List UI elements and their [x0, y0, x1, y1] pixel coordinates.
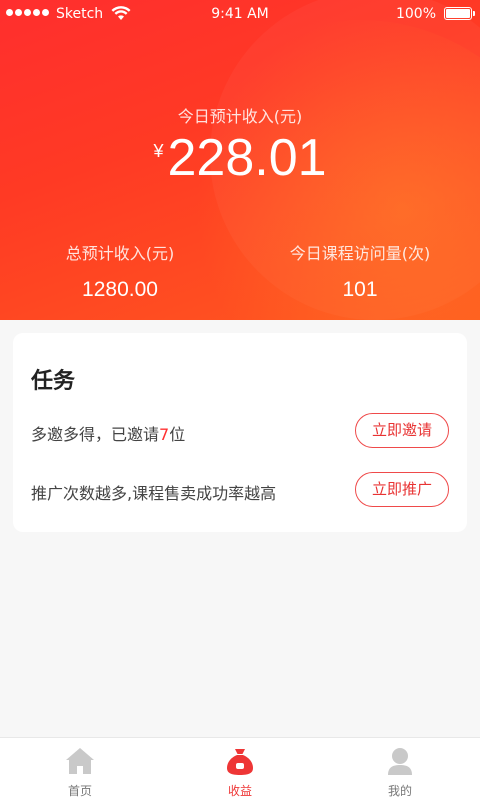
today-income-amount: ¥228.01	[0, 128, 480, 188]
currency-symbol: ¥	[153, 141, 164, 161]
invited-count: 7	[159, 425, 170, 444]
battery-tip	[473, 11, 475, 16]
tab-home[interactable]: 首页	[0, 738, 160, 800]
home-icon	[66, 748, 94, 774]
promote-task-text: 推广次数越多,课程售卖成功率越高	[31, 484, 277, 503]
earnings-header: Sketch 9:41 AM 100% 今日预计收入(元) ¥228.01 总预…	[0, 0, 480, 320]
invite-task-text: 多邀多得，已邀请7位	[31, 421, 185, 445]
user-icon	[388, 748, 412, 775]
tab-home-label: 首页	[67, 784, 92, 798]
course-visits-label: 今日课程访问量(次)	[289, 244, 431, 263]
battery-percentage: 100%	[395, 6, 436, 22]
status-bar: Sketch 9:41 AM 100%	[0, 0, 480, 30]
today-income-value: 228.01	[167, 129, 327, 187]
tasks-card: 任务 多邀多得，已邀请7位 立即邀请 推广次数越多,课程售卖成功率越高 立即推广	[13, 333, 467, 532]
tab-bar: 首页 收益 我的	[0, 737, 480, 800]
promote-now-button[interactable]: 立即推广	[355, 472, 449, 507]
invite-text-after: 位	[169, 425, 186, 444]
total-income-value: 1280.00	[82, 278, 158, 301]
tab-profile[interactable]: 我的	[320, 738, 480, 800]
tasks-title: 任务	[31, 369, 76, 394]
money-bag-icon	[227, 749, 253, 775]
promote-task-row: 推广次数越多,课程售卖成功率越高 立即推广	[31, 472, 449, 508]
invite-text-before: 多邀多得，已邀请	[31, 425, 160, 444]
total-income-label: 总预计收入(元)	[65, 244, 175, 263]
tab-profile-label: 我的	[387, 784, 412, 798]
invite-now-button[interactable]: 立即邀请	[355, 413, 449, 448]
total-income-stat: 总预计收入(元) 1280.00	[0, 240, 240, 302]
today-income-label: 今日预计收入(元)	[177, 107, 303, 126]
battery-icon	[444, 7, 472, 20]
course-visits-stat: 今日课程访问量(次) 101	[240, 240, 480, 302]
tab-earnings-label: 收益	[227, 784, 252, 798]
course-visits-value: 101	[342, 278, 378, 301]
tab-earnings[interactable]: 收益	[160, 738, 320, 800]
invite-task-row: 多邀多得，已邀请7位 立即邀请	[31, 413, 449, 449]
